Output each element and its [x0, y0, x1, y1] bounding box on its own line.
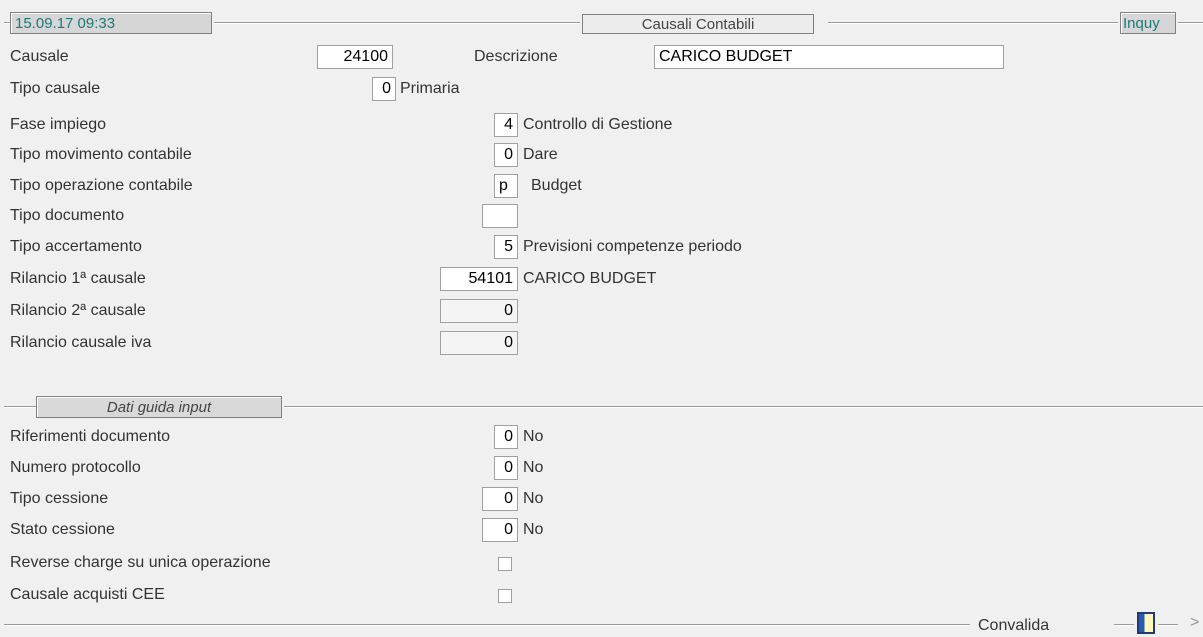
riferimenti-field[interactable]: 0	[494, 425, 518, 449]
rilancio-iva-field[interactable]: 0	[440, 331, 518, 355]
timestamp: 15.09.17 09:33	[10, 12, 212, 34]
fase-impiego-field[interactable]: 4	[494, 113, 518, 137]
descrizione-label: Descrizione	[474, 48, 558, 65]
protocollo-label: Numero protocollo	[10, 459, 141, 476]
convalida-label: Convalida	[978, 617, 1050, 634]
rilancio1-label: Rilancio 1ª causale	[10, 270, 146, 287]
stato-cessione-label: Stato cessione	[10, 521, 115, 538]
tipo-causale-field[interactable]: 0	[372, 77, 396, 101]
section-dati-guida-input: Dati guida input	[36, 396, 282, 418]
rilancio-iva-label: Rilancio causale iva	[10, 334, 152, 351]
riferimenti-label: Riferimenti documento	[10, 428, 171, 445]
rilancio2-label: Rilancio 2ª causale	[10, 302, 146, 319]
tipo-accertamento-field[interactable]: 5	[494, 235, 518, 259]
validate-document-icon[interactable]	[1137, 612, 1155, 634]
tipo-documento-field[interactable]	[482, 204, 518, 228]
next-chevron-icon[interactable]: >	[1190, 614, 1199, 632]
tipo-causale-label: Tipo causale	[10, 80, 101, 97]
tipo-accertamento-text: Previsioni competenze periodo	[523, 238, 742, 255]
tipo-accertamento-label: Tipo accertamento	[10, 238, 142, 255]
riferimenti-text: No	[523, 428, 544, 445]
mode-indicator: Inquy	[1120, 12, 1176, 34]
reverse-charge-label: Reverse charge su unica operazione	[10, 554, 271, 571]
rilancio1-text: CARICO BUDGET	[523, 270, 657, 287]
protocollo-field[interactable]: 0	[494, 456, 518, 480]
causale-field[interactable]: 24100	[317, 45, 393, 69]
tipo-causale-text: Primaria	[400, 80, 460, 97]
tipo-operazione-text: Budget	[531, 177, 582, 194]
rilancio1-field[interactable]: 54101	[440, 267, 518, 291]
rilancio2-field[interactable]: 0	[440, 299, 518, 323]
fase-impiego-text: Controllo di Gestione	[523, 116, 673, 133]
tipo-operazione-label: Tipo operazione contabile	[10, 177, 193, 194]
causale-cee-checkbox[interactable]	[498, 589, 512, 603]
tipo-documento-label: Tipo documento	[10, 207, 125, 224]
window-title: Causali Contabili	[582, 14, 814, 34]
tipo-cessione-label: Tipo cessione	[10, 490, 109, 507]
tipo-movimento-field[interactable]: 0	[494, 143, 518, 167]
descrizione-field[interactable]: CARICO BUDGET	[654, 45, 1004, 69]
tipo-movimento-text: Dare	[523, 146, 558, 163]
reverse-charge-checkbox[interactable]	[498, 557, 512, 571]
tipo-cessione-field[interactable]: 0	[482, 487, 518, 511]
tipo-movimento-label: Tipo movimento contabile	[10, 146, 192, 163]
tipo-operazione-field[interactable]: p	[494, 174, 518, 198]
stato-cessione-field[interactable]: 0	[482, 518, 518, 542]
protocollo-text: No	[523, 459, 544, 476]
stato-cessione-text: No	[523, 521, 544, 538]
tipo-cessione-text: No	[523, 490, 544, 507]
causale-label: Causale	[10, 48, 69, 65]
causale-cee-label: Causale acquisti CEE	[10, 586, 165, 603]
fase-impiego-label: Fase impiego	[10, 116, 107, 133]
